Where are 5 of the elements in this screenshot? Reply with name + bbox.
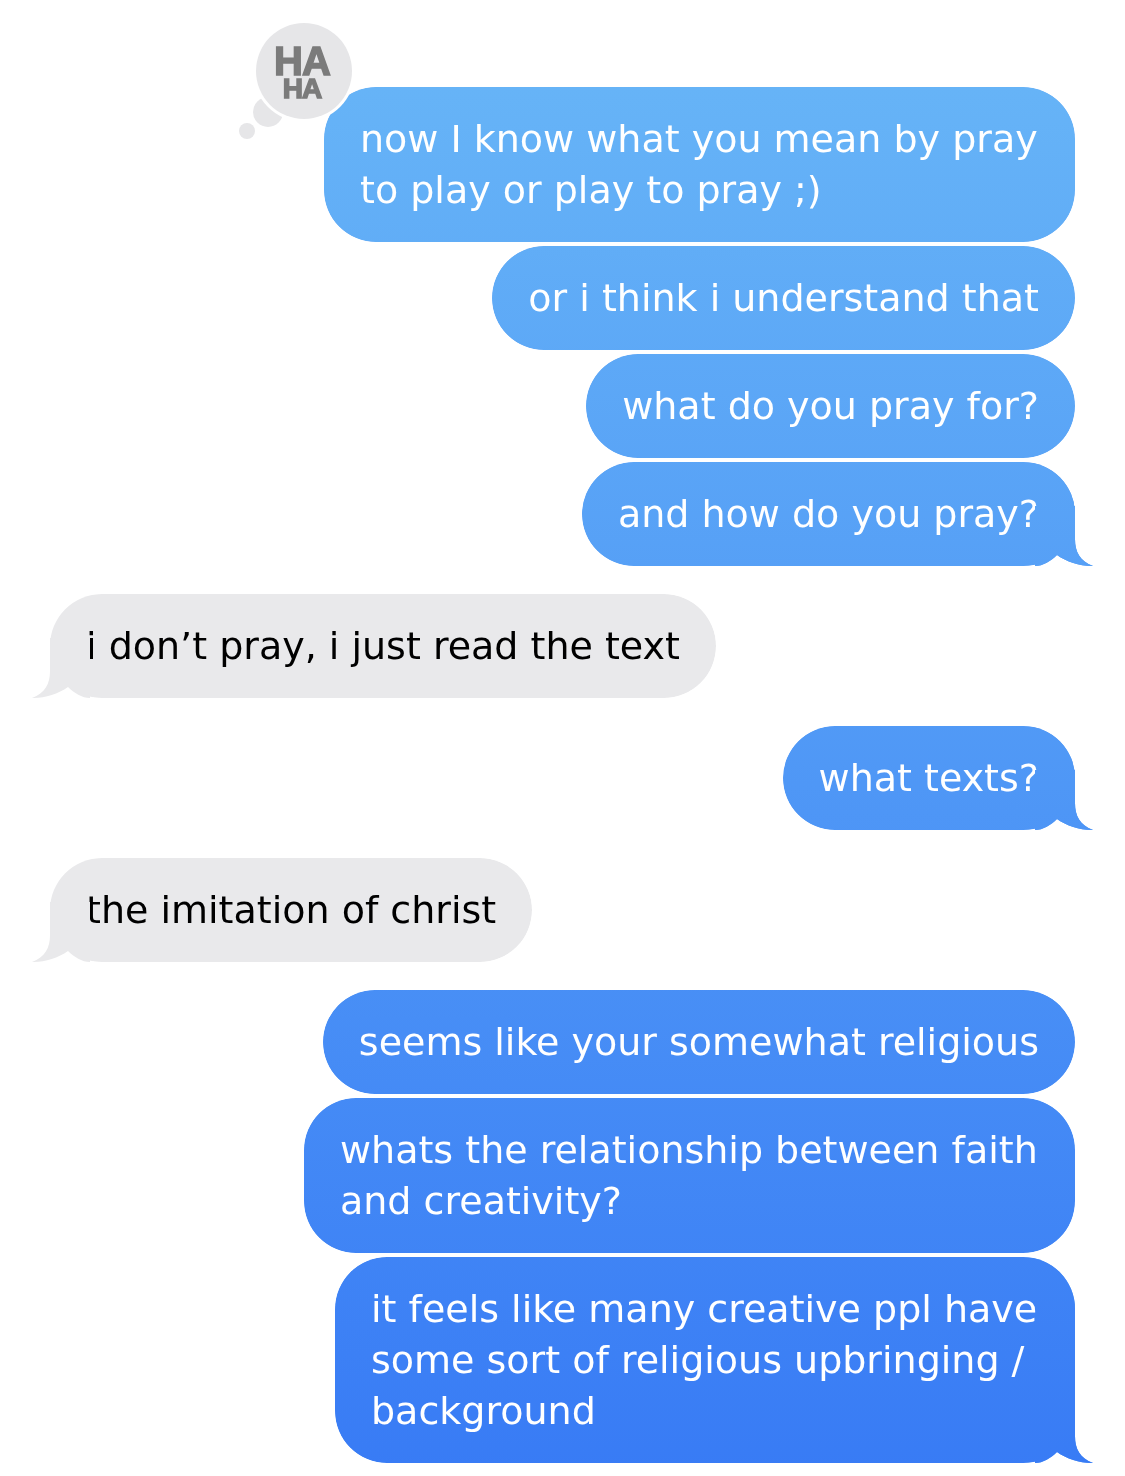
- sent-message-bubble: whats the relationship between faith and creativity?: [304, 1098, 1075, 1253]
- sent-message-bubble: now I know what you mean by pray to play or play to pray ;): [324, 87, 1075, 242]
- sent-message-bubble: or i think i understand that: [492, 246, 1075, 350]
- sent-message-bubble: seems like your somewhat religious: [322, 990, 1075, 1094]
- sent-message-bubble: what do you pray for?: [586, 354, 1075, 458]
